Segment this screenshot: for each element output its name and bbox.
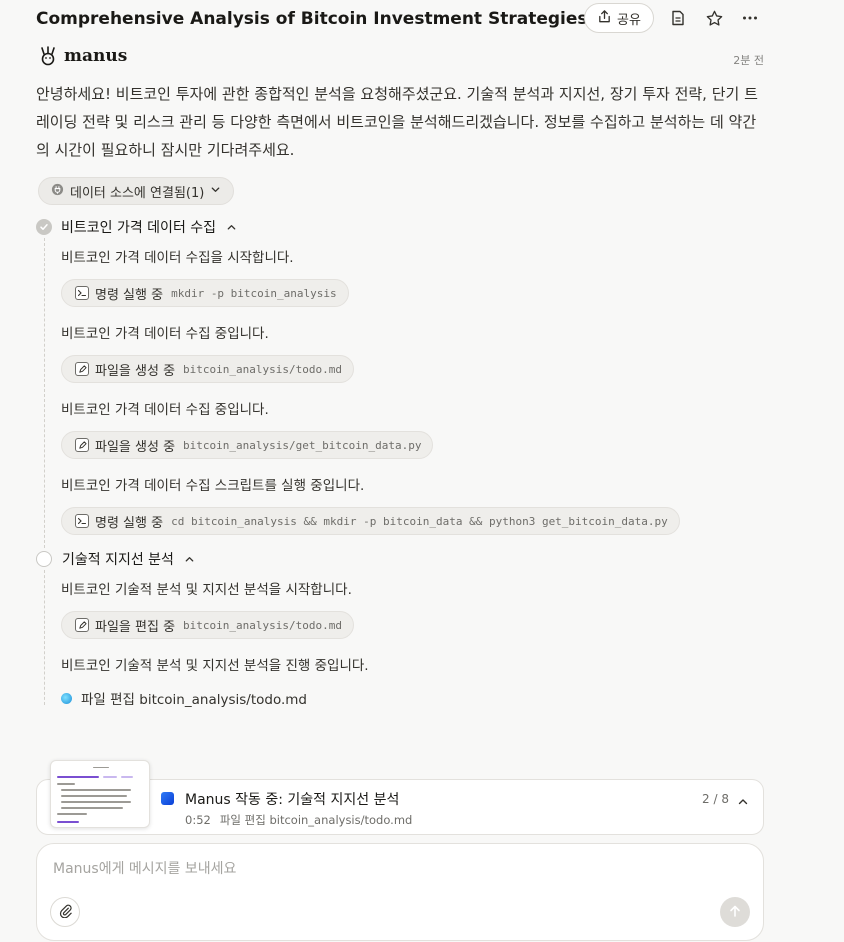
edit-icon <box>75 438 89 452</box>
plug-icon <box>51 183 64 200</box>
manus-logo-icon <box>38 45 58 71</box>
agent-row: manus 2분 전 <box>36 44 764 70</box>
message-input[interactable] <box>53 858 653 880</box>
tool-argument: bitcoin_analysis/todo.md <box>183 618 342 632</box>
step-log-text: 비트코인 기술적 분석 및 지지선 분석을 시작합니다. <box>61 582 352 598</box>
tool-call[interactable]: 파일을 생성 중 bitcoin_analysis/get_bitcoin_da… <box>61 431 434 459</box>
data-source-toggle[interactable]: 데이터 소스에 연결됨(1) <box>38 177 235 205</box>
tool-argument: cd bitcoin_analysis && mkdir -p bitcoin_… <box>171 514 668 528</box>
tool-call[interactable]: 파일을 생성 중 bitcoin_analysis/todo.md <box>61 355 354 383</box>
tool-argument: mkdir -p bitcoin_analysis <box>171 286 337 300</box>
step-log-text: 비트코인 가격 데이터 수집 중입니다. <box>61 402 269 418</box>
share-button[interactable]: 공유 <box>584 3 654 33</box>
chevron-up-icon[interactable] <box>737 793 749 812</box>
paperclip-icon <box>58 903 73 922</box>
step-log-text: 비트코인 가격 데이터 수집 중입니다. <box>61 326 269 342</box>
tool-call[interactable]: 명령 실행 중 mkdir -p bitcoin_analysis <box>61 279 349 307</box>
active-action-label: 파일 편집 bitcoin_analysis/todo.md <box>81 692 307 708</box>
active-action: 파일 편집 bitcoin_analysis/todo.md <box>61 688 307 708</box>
agent-name: manus <box>64 46 128 66</box>
arrow-up-icon <box>728 903 742 922</box>
step-header[interactable]: 기술적 지지선 분석 <box>36 547 195 571</box>
tool-label: 파일을 생성 중 <box>95 363 176 379</box>
attach-button[interactable] <box>50 897 80 927</box>
status-title: Manus 작동 중: 기술적 지지선 분석 <box>185 792 400 808</box>
terminal-icon <box>75 286 89 300</box>
tool-label: 파일을 생성 중 <box>95 439 176 455</box>
tool-argument: bitcoin_analysis/get_bitcoin_data.py <box>183 438 422 452</box>
more-icon[interactable] <box>738 6 762 30</box>
chevron-down-icon <box>210 184 221 199</box>
task-title: Comprehensive Analysis of Bitcoin Invest… <box>36 9 588 29</box>
step-title: 비트코인 가격 데이터 수집 <box>61 220 217 236</box>
step-log-text: 비트코인 가격 데이터 수집 스크립트를 실행 중입니다. <box>61 478 365 494</box>
status-detail-text: 파일 편집 bitcoin_analysis/todo.md <box>219 813 413 827</box>
tool-label: 명령 실행 중 <box>95 515 164 531</box>
share-label: 공유 <box>617 12 641 28</box>
step-log-text: 비트코인 가격 데이터 수집을 시작합니다. <box>61 250 294 266</box>
check-icon <box>36 219 52 235</box>
computer-preview-thumbnail[interactable] <box>50 760 150 828</box>
working-indicator-icon <box>61 692 72 704</box>
status-indicator-icon <box>161 792 174 805</box>
chevron-up-icon <box>226 222 237 233</box>
step-connector <box>44 238 45 548</box>
tool-label: 명령 실행 중 <box>95 287 164 303</box>
star-icon[interactable] <box>702 6 726 30</box>
document-icon[interactable] <box>666 6 690 30</box>
terminal-icon <box>75 514 89 528</box>
task-header: Comprehensive Analysis of Bitcoin Invest… <box>36 0 764 38</box>
step-header[interactable]: 비트코인 가격 데이터 수집 <box>36 215 237 239</box>
data-source-label: 데이터 소스에 연결됨(1) <box>70 185 205 201</box>
send-button[interactable] <box>720 897 750 927</box>
pending-circle-icon <box>36 551 52 567</box>
status-detail: 0:52 파일 편집 bitcoin_analysis/todo.md <box>185 812 412 828</box>
tool-call[interactable]: 파일을 편집 중 bitcoin_analysis/todo.md <box>61 611 354 639</box>
tool-call[interactable]: 명령 실행 중 cd bitcoin_analysis && mkdir -p … <box>61 507 680 535</box>
status-time: 0:52 <box>185 813 211 827</box>
share-icon <box>597 9 612 28</box>
message-composer <box>36 843 764 941</box>
step-progress: 2 / 8 <box>702 792 729 806</box>
tool-argument: bitcoin_analysis/todo.md <box>183 362 342 376</box>
message-time: 2분 전 <box>733 54 764 67</box>
chevron-up-icon <box>184 554 195 565</box>
intro-message: 안녕하세요! 비트코인 투자에 관한 종합적인 분석을 요청해주셨군요. 기술적… <box>36 85 758 159</box>
task-status-bar[interactable]: Manus 작동 중: 기술적 지지선 분석 0:52 파일 편집 bitcoin… <box>36 760 764 835</box>
edit-icon <box>75 618 89 632</box>
step-connector <box>44 570 45 705</box>
step-log-text: 비트코인 기술적 분석 및 지지선 분석을 진행 중입니다. <box>61 658 369 674</box>
edit-icon <box>75 362 89 376</box>
step-title: 기술적 지지선 분석 <box>62 552 174 568</box>
tool-label: 파일을 편집 중 <box>95 619 176 635</box>
